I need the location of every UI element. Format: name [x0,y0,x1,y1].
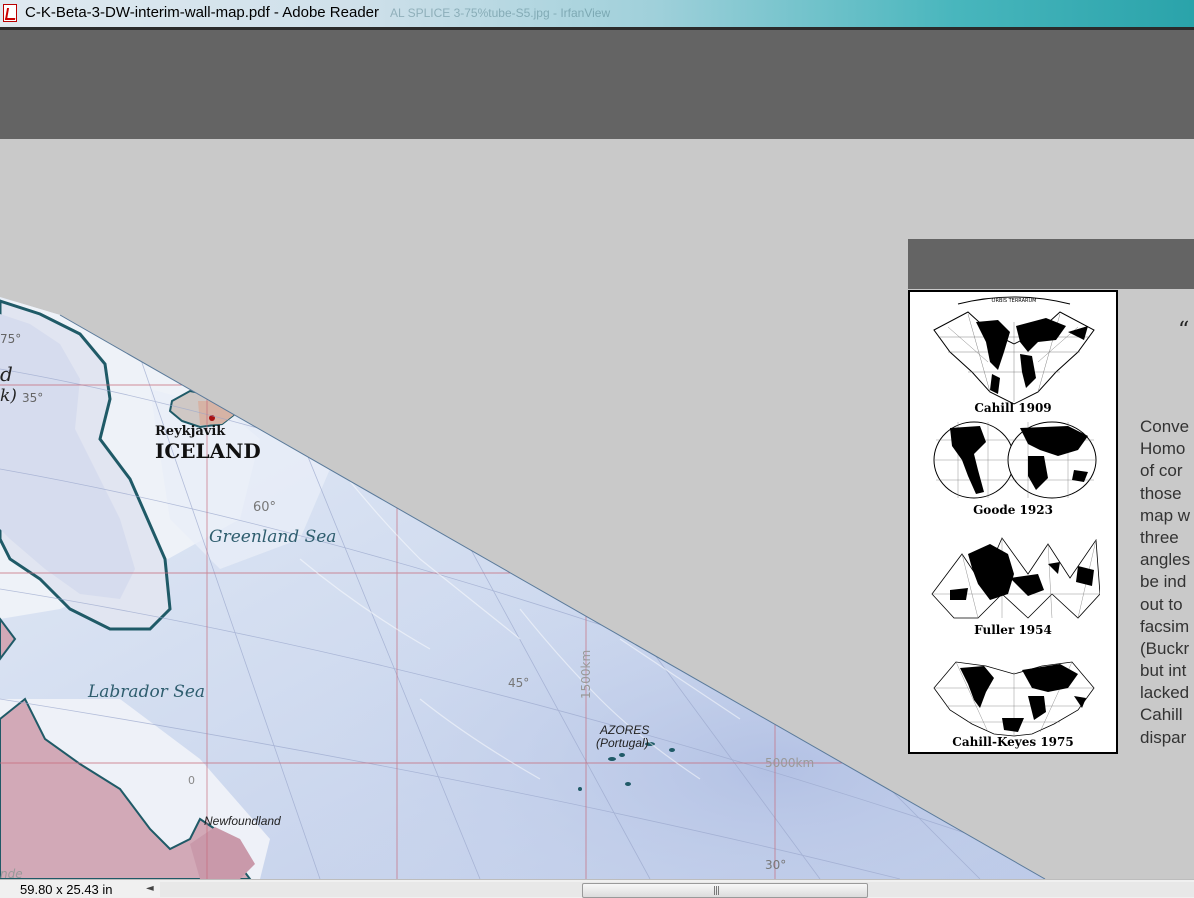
body-text-line: dispar [1140,727,1187,747]
orbis-terrarum-label: ORBIS TERRARUM [992,298,1037,304]
scale-label-5000km: 5000km [765,756,814,770]
body-text-line: of cor [1140,461,1183,481]
city-label-reykjavik: Reykjavik [155,424,226,439]
caption-cahill-1909: Cahill 1909 [974,401,1052,415]
degree-label-60: 60° [253,500,276,515]
body-text-line: facsim [1140,616,1190,636]
document-viewport[interactable]: 75° d k) 35° Reykjavik ICELAND 60° Green… [0,139,1194,879]
status-bar: 59.80 x 25.43 in ◄ ||| [0,879,1194,898]
horizontal-scrollbar[interactable]: ||| [160,882,1194,898]
body-text-line: angles [1140,550,1191,570]
caption-cahill-keyes-1975: Cahill-Keyes 1975 [952,735,1074,749]
degree-label-30: 30° [765,858,786,872]
caption-fuller-1954: Fuller 1954 [974,623,1052,637]
body-text-line: (Buckr [1140,638,1190,658]
scale-label-1500km: 1500km [579,650,593,699]
body-text-line: be ind [1140,572,1187,592]
degree-label-75: 75° [0,332,21,346]
country-label-iceland: ICELAND [155,439,261,463]
degree-label-45: 45° [508,676,529,690]
body-text: Conve Homo of cor those map w three angles be i… [1140,416,1194,749]
cahill-keyes-1975-map [933,661,1095,737]
sea-label-greenland: Greenland Sea [209,527,336,547]
quote-mark: “ [1178,318,1190,343]
partial-label-d: d [0,362,13,386]
page-size-readout: 59.80 x 25.43 in [20,882,113,897]
body-text-line: Conve [1140,417,1190,436]
scrollbar-thumb[interactable]: ||| [582,883,868,898]
goode-1923-map [933,421,1097,499]
partial-label-nde: nde [0,867,23,879]
background-window-title: AL SPLICE 3-75%tube-S5.jpg - IrfanView [390,6,611,20]
partial-label-k: k) [0,386,17,406]
place-label-newfoundland: Newfoundland [204,814,281,828]
degree-label-0: 0 [188,774,195,787]
body-text-line: Homo [1140,439,1186,459]
pdf-file-icon [3,4,17,22]
toolbar-area [0,30,1194,139]
caption-goode-1923: Goode 1923 [973,503,1053,517]
window-title: C-K-Beta-3-DW-interim-wall-map.pdf - Ado… [25,4,380,21]
sea-label-labrador: Labrador Sea [87,682,205,702]
body-text-line: but int [1140,661,1187,681]
projection-comparison-box: ORBIS TERRARUM Cahill 1909 Goode 1923 Fu… [908,290,1118,754]
body-text-line: map w [1140,505,1191,525]
scroll-left-arrow[interactable]: ◄ [146,883,154,894]
title-bar: C-K-Beta-3-DW-interim-wall-map.pdf - Ado… [0,0,1194,30]
body-text-line: those [1140,483,1182,503]
cahill-1909-map: ORBIS TERRARUM [933,296,1095,405]
body-text-line: Cahill [1140,705,1183,725]
text-column: “ Conve Homo of cor those map w three angles be… [1118,290,1194,879]
body-text-line: lacked [1140,683,1190,703]
body-text-line: three [1140,527,1179,547]
fuller-1954-map [931,537,1100,619]
island-label-portugal: (Portugal) [596,736,649,750]
scrollbar-grip: ||| [713,886,720,896]
island-label-azores: AZORES [599,723,649,737]
body-text-line: out to [1140,594,1183,614]
degree-label-35: 35° [22,391,43,405]
panel-header [908,239,1194,289]
